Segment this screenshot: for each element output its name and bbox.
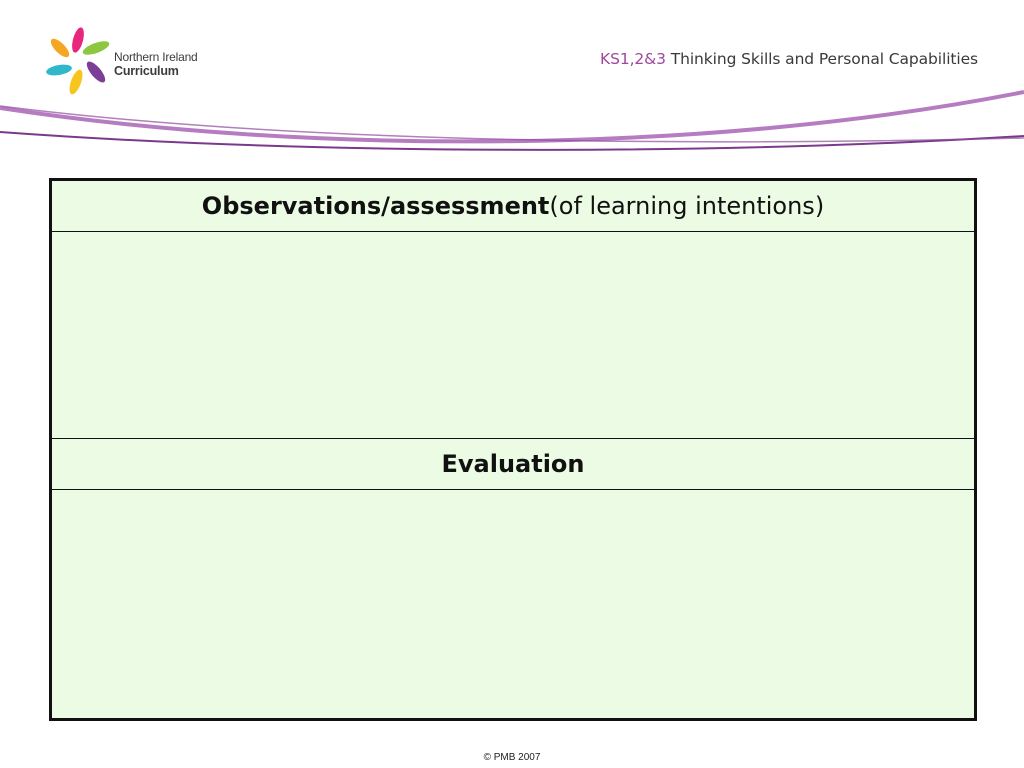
planning-table: Observations/assessment (of learning int… (49, 178, 977, 721)
decorative-swoosh (0, 90, 1024, 151)
evaluation-heading: Evaluation (52, 439, 974, 490)
logo-line-northern-ireland: Northern Ireland (114, 50, 198, 64)
evaluation-body-cell[interactable] (52, 490, 974, 718)
page-header-title: KS1,2&3 Thinking Skills and Personal Cap… (600, 50, 978, 68)
header-title-key-stages: KS1,2&3 (600, 50, 666, 68)
header-title-subject: Thinking Skills and Personal Capabilitie… (665, 50, 978, 68)
logo-wordmark: Northern Ireland Curriculum (114, 50, 198, 78)
evaluation-heading-text: Evaluation (441, 450, 585, 478)
logo-line-curriculum: Curriculum (114, 64, 179, 78)
observations-heading: Observations/assessment (of learning int… (52, 181, 974, 232)
observations-heading-suffix: (of learning intentions) (549, 192, 825, 220)
copyright-footer: © PMB 2007 (483, 752, 541, 763)
observations-heading-bold: Observations/assessment (201, 192, 550, 220)
observations-body-cell[interactable] (52, 232, 974, 439)
